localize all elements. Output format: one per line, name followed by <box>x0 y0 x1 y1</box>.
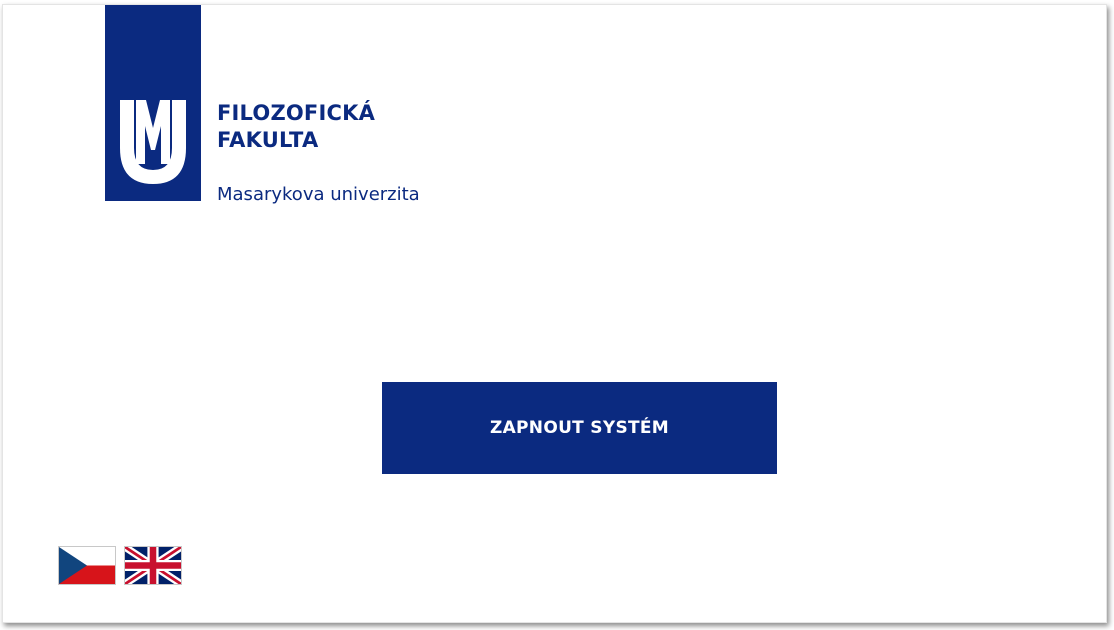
language-english-button[interactable] <box>124 546 182 585</box>
faculty-name-line2: FAKULTA <box>217 128 319 152</box>
start-system-button[interactable]: ZAPNOUT SYSTÉM <box>382 382 777 474</box>
czech-flag-icon <box>59 547 115 584</box>
muni-logo-icon <box>120 100 186 184</box>
university-name: Masarykova univerzita <box>217 184 420 205</box>
faculty-name: FILOZOFICKÁ FAKULTA <box>217 100 375 154</box>
muni-logo <box>105 5 201 201</box>
uk-flag-icon <box>125 547 181 584</box>
language-czech-button[interactable] <box>58 546 116 585</box>
faculty-name-line1: FILOZOFICKÁ <box>217 101 376 125</box>
